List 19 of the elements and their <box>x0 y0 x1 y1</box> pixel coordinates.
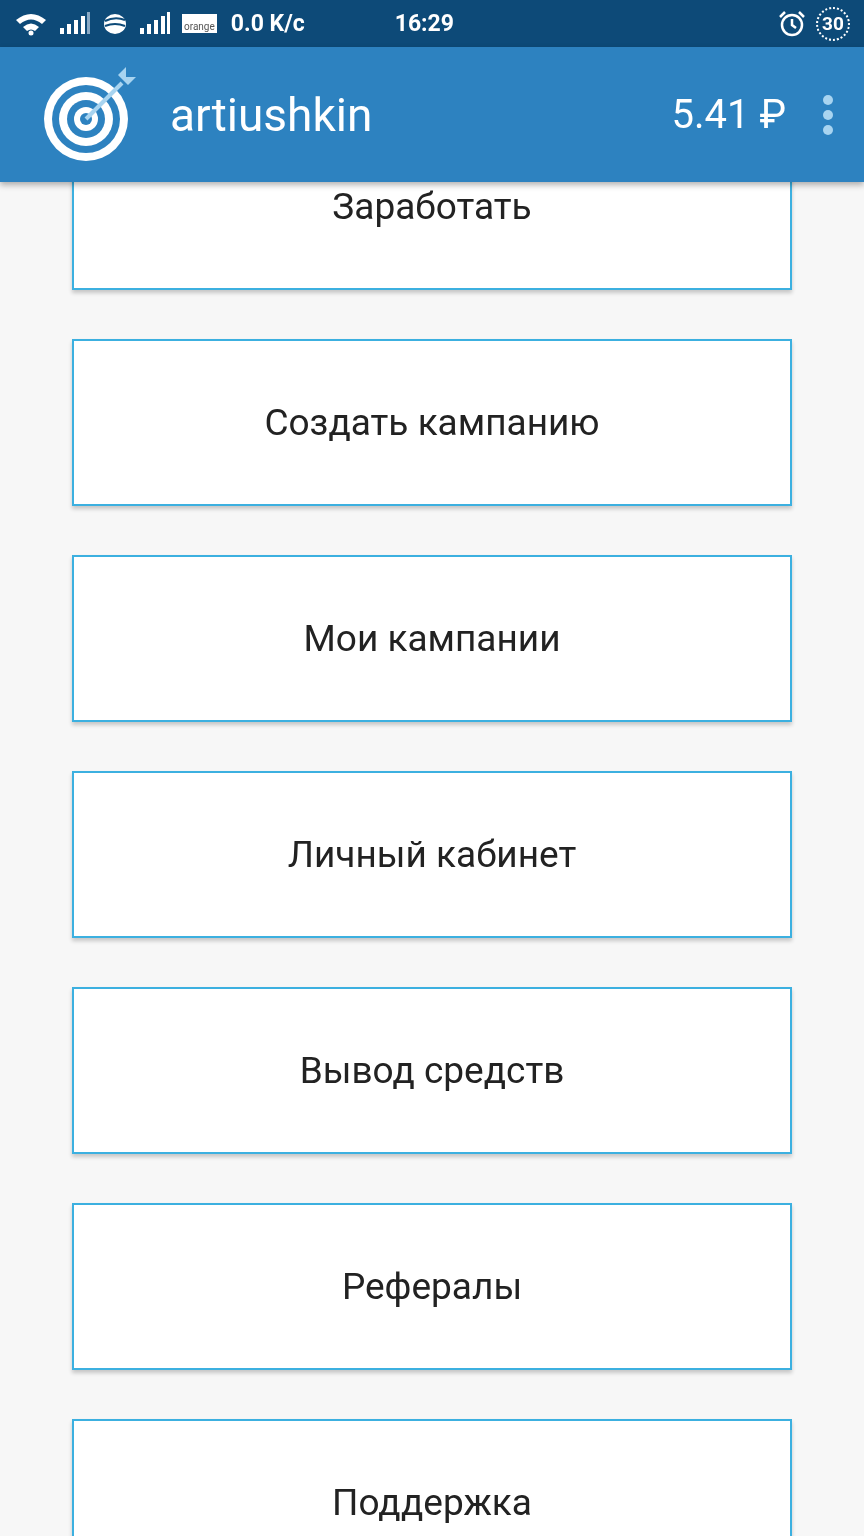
signal-icon <box>58 11 92 36</box>
menu-button[interactable]: Вывод средств <box>72 987 792 1154</box>
carrier-label: orange <box>182 14 217 33</box>
wifi-icon <box>14 11 48 36</box>
menu-button[interactable]: Создать кампанию <box>72 339 792 506</box>
menu-button[interactable]: Заработать <box>72 182 792 290</box>
menu-button[interactable]: Рефералы <box>72 1203 792 1370</box>
app-title: artiushkin <box>170 87 373 142</box>
more-icon <box>822 93 834 136</box>
balance: 5.41 ₽ <box>671 91 786 138</box>
clock: 16:29 <box>394 10 454 37</box>
menu-button[interactable]: Личный кабинет <box>72 771 792 938</box>
alarm-icon <box>778 9 806 38</box>
signal-icon <box>138 11 172 36</box>
network-speed: 0.0 K/c <box>230 10 305 37</box>
menu-button[interactable]: Мои кампании <box>72 555 792 722</box>
battery-level: 30 <box>816 6 850 41</box>
menu-button[interactable]: Поддержка <box>72 1419 792 1536</box>
globe-icon <box>102 11 128 36</box>
